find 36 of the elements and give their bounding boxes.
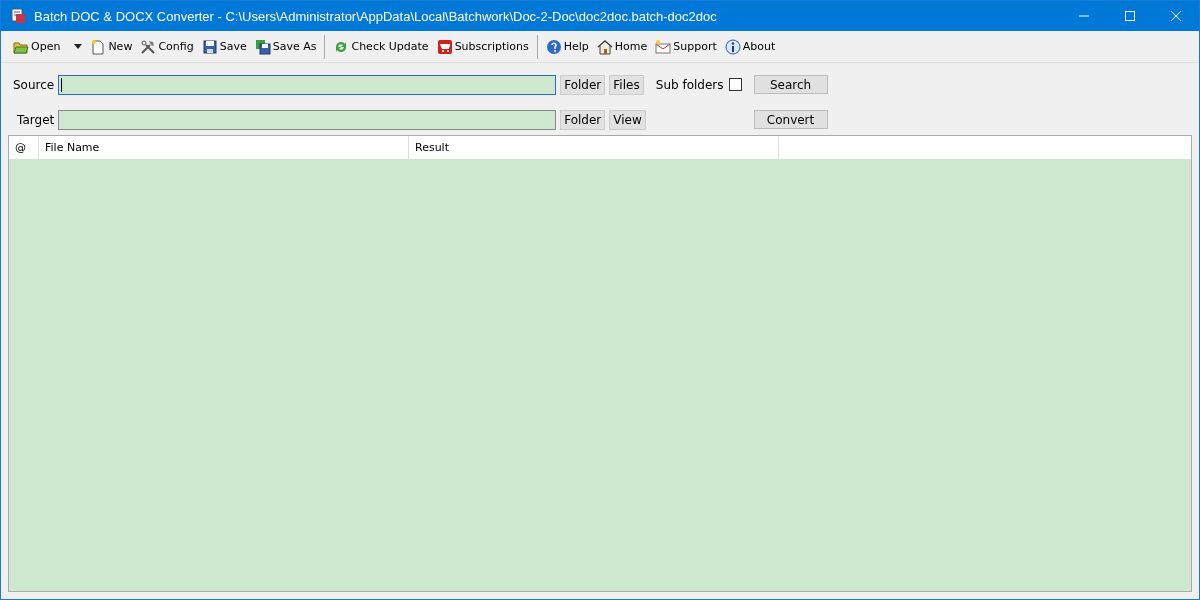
floppy-disks-icon bbox=[254, 38, 271, 55]
shopping-cart-icon bbox=[436, 38, 453, 55]
toolbar-button[interactable]: Save bbox=[198, 36, 250, 57]
source-label: Source bbox=[13, 77, 55, 92]
help-icon bbox=[545, 38, 562, 55]
window-title: Batch DOC & DOCX Converter - C:\Users\Administrator\AppData\Local\Batchwork\Doc-2-Doc\doc2doc.batch-doc2doc bbox=[34, 8, 718, 24]
subfolders-label: Sub folders bbox=[655, 77, 724, 92]
toolbar-button[interactable]: Config bbox=[137, 36, 197, 57]
info-icon bbox=[724, 38, 741, 55]
toolbar-button[interactable]: Open bbox=[10, 36, 86, 57]
toolbar-button[interactable]: Help bbox=[542, 36, 592, 57]
caret-icon[interactable] bbox=[74, 44, 83, 49]
toolbar-button[interactable]: Save As bbox=[251, 36, 320, 57]
close-icon[interactable] bbox=[1170, 10, 1182, 22]
envelope-icon bbox=[655, 38, 672, 55]
new-document-icon bbox=[90, 38, 107, 55]
path-input-field[interactable] bbox=[58, 74, 557, 95]
path-input-field[interactable] bbox=[58, 109, 557, 130]
tools-icon bbox=[140, 38, 157, 55]
search-button[interactable]: Search bbox=[753, 75, 828, 94]
browse-button[interactable]: Files bbox=[609, 74, 644, 95]
browse-button[interactable]: Folder bbox=[560, 109, 606, 130]
toolbar-button[interactable]: About bbox=[721, 36, 779, 57]
browse-button[interactable]: Folder bbox=[560, 74, 606, 95]
toolbar-button[interactable]: Support bbox=[652, 36, 720, 57]
toolbar-button[interactable]: Subscriptions bbox=[433, 36, 532, 57]
house-icon bbox=[596, 38, 613, 55]
convert-button[interactable]: Convert bbox=[753, 110, 828, 129]
toolbar-button[interactable]: Home bbox=[593, 36, 651, 57]
maximize-icon[interactable] bbox=[1124, 10, 1136, 22]
target-label: Target bbox=[16, 112, 55, 127]
browse-button[interactable]: View bbox=[609, 109, 646, 130]
app-icon bbox=[10, 8, 26, 24]
toolbar-button[interactable]: Check Update bbox=[330, 36, 432, 57]
subfolders-checkbox[interactable] bbox=[728, 78, 742, 91]
toolbar-button[interactable]: New bbox=[87, 36, 136, 57]
